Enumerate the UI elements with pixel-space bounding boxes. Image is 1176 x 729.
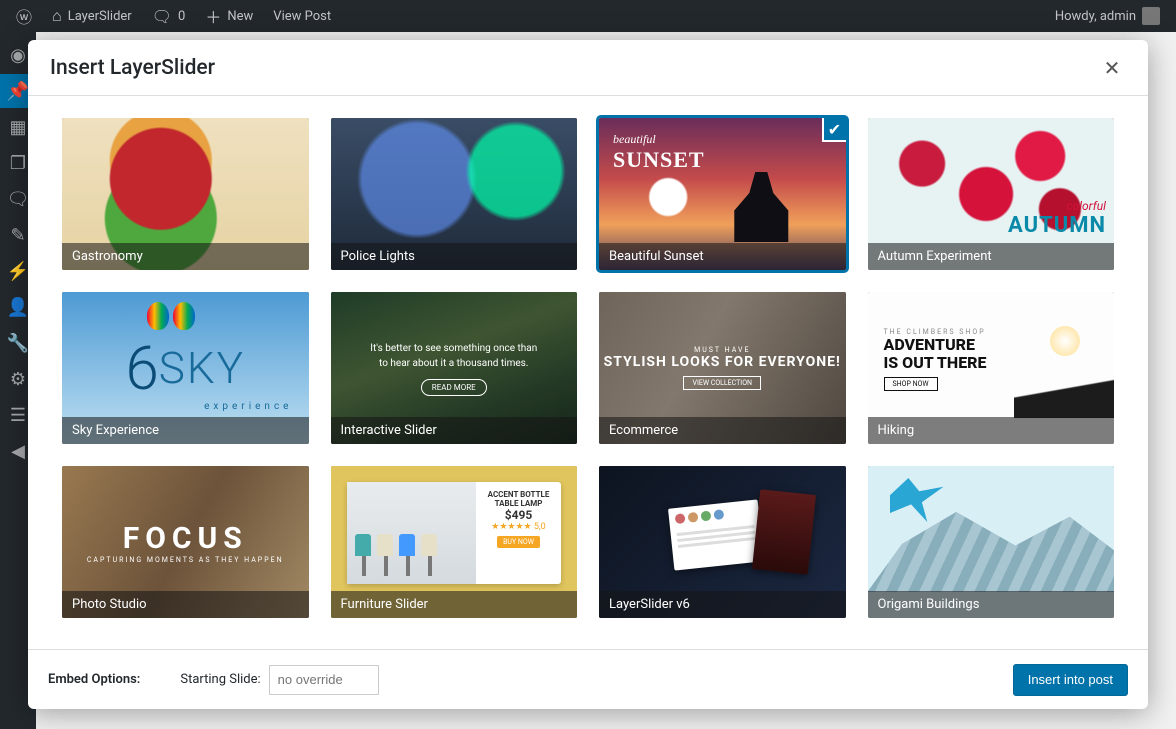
accent-big: AUTUMN (1008, 213, 1106, 238)
accent-b2: IS OUT THERE (884, 354, 987, 372)
modal-title: Insert LayerSlider (50, 56, 215, 80)
site-link[interactable]: ⌂ LayerSlider (44, 0, 140, 32)
comments-link[interactable]: 🗨 0 (144, 0, 194, 32)
wordpress-icon: ⓦ (16, 4, 32, 28)
account-link[interactable]: Howdy, admin (1047, 0, 1168, 32)
accent-b1: ADVENTURE (884, 336, 987, 354)
check-icon: ✔ (828, 120, 841, 139)
tile-caption: Ecommerce (599, 417, 846, 444)
close-button[interactable]: ✕ (1098, 54, 1126, 82)
accent-must: MUST HAVE (604, 346, 841, 354)
tile-caption: Hiking (868, 417, 1115, 444)
starting-slide-input[interactable] (269, 665, 379, 695)
accent-stars: ★★★★★ 5,0 (484, 522, 553, 532)
close-icon: ✕ (1104, 56, 1121, 80)
tile-caption: Interactive Slider (331, 417, 578, 444)
avatar (1142, 7, 1160, 25)
accent-small: beautiful (613, 132, 705, 147)
starting-slide-label: Starting Slide: (180, 672, 260, 687)
tile-caption: Origami Buildings (868, 591, 1115, 618)
tile-caption: Gastronomy (62, 243, 309, 270)
modal-header: Insert LayerSlider ✕ (28, 40, 1148, 96)
accent-btn: SHOP NOW (884, 377, 938, 391)
modal-footer: Embed Options: Starting Slide: Insert in… (28, 649, 1148, 709)
accent-exp: experience (204, 401, 292, 412)
plus-icon: ＋ (205, 4, 221, 28)
slider-tile-autumn[interactable]: colorful AUTUMN Autumn Experiment (868, 118, 1115, 270)
accent-btn: READ MORE (421, 379, 487, 396)
view-post-label: View Post (273, 9, 331, 24)
slider-tile-interactive[interactable]: It's better to see something once than t… (331, 292, 578, 444)
comments-count: 0 (178, 9, 185, 24)
home-icon: ⌂ (52, 6, 62, 26)
modal-body: Gastronomy Police Lights beautiful SUNSE… (28, 96, 1148, 649)
slider-tile-sky[interactable]: 6 SKY experience Sky Experience (62, 292, 309, 444)
accent-buy: BUY NOW (497, 536, 540, 548)
tile-caption: Beautiful Sunset (599, 243, 846, 270)
accent-big: SUNSET (613, 147, 705, 173)
wp-adminbar: ⓦ ⌂ LayerSlider 🗨 0 ＋ New View Post Howd… (0, 0, 1176, 32)
accent-small: CAPTURING MOMENTS AS THEY HAPPEN (87, 556, 284, 564)
insert-into-post-button[interactable]: Insert into post (1013, 664, 1128, 696)
embed-options-label: Embed Options: (48, 672, 140, 687)
slider-tile-gastronomy[interactable]: Gastronomy (62, 118, 309, 270)
accent-small: colorful (1008, 199, 1106, 213)
slider-tile-focus[interactable]: FOCUS CAPTURING MOMENTS AS THEY HAPPEN P… (62, 466, 309, 618)
accent-text: It's better to see something once than t… (369, 341, 539, 371)
view-post-link[interactable]: View Post (265, 0, 339, 32)
howdy-text: Howdy, admin (1055, 9, 1136, 24)
tile-caption: Sky Experience (62, 417, 309, 444)
accent-sky: SKY (159, 342, 245, 394)
slider-grid: Gastronomy Police Lights beautiful SUNSE… (62, 118, 1114, 618)
selected-badge: ✔ (822, 118, 846, 142)
accent-big: FOCUS (123, 521, 248, 556)
slider-tile-police[interactable]: Police Lights (331, 118, 578, 270)
new-label: New (227, 9, 253, 24)
tile-caption: Police Lights (331, 243, 578, 270)
slider-tile-hiking[interactable]: THE CLIMBERS SHOP ADVENTURE IS OUT THERE… (868, 292, 1115, 444)
slider-tile-origami[interactable]: Origami Buildings (868, 466, 1115, 618)
tile-caption: Autumn Experiment (868, 243, 1115, 270)
slider-tile-sunset[interactable]: beautiful SUNSET ✔ Beautiful Sunset (599, 118, 846, 270)
slider-tile-furniture[interactable]: ACCENT BOTTLE TABLE LAMP $495 ★★★★★ 5,0 … (331, 466, 578, 618)
accent-t1: ACCENT BOTTLE (484, 490, 553, 499)
new-content[interactable]: ＋ New (197, 0, 261, 32)
tile-caption: Photo Studio (62, 591, 309, 618)
accent-btn: VIEW COLLECTION (683, 376, 761, 390)
accent-six: 6 (125, 333, 158, 404)
insert-slider-modal: Insert LayerSlider ✕ Gastronomy Police L… (28, 40, 1148, 709)
accent-t2: TABLE LAMP (484, 499, 553, 508)
tile-caption: Furniture Slider (331, 591, 578, 618)
site-name: LayerSlider (68, 9, 132, 24)
comment-icon: 🗨 (152, 7, 172, 26)
accent-price: $495 (484, 508, 553, 522)
slider-tile-ecommerce[interactable]: MUST HAVE STYLISH LOOKS FOR EVERYONE! VI… (599, 292, 846, 444)
slider-tile-ls6[interactable]: LayerSlider v6 (599, 466, 846, 618)
wp-logo[interactable]: ⓦ (8, 0, 40, 32)
tile-caption: LayerSlider v6 (599, 591, 846, 618)
accent-big: STYLISH LOOKS FOR EVERYONE! (604, 354, 841, 370)
